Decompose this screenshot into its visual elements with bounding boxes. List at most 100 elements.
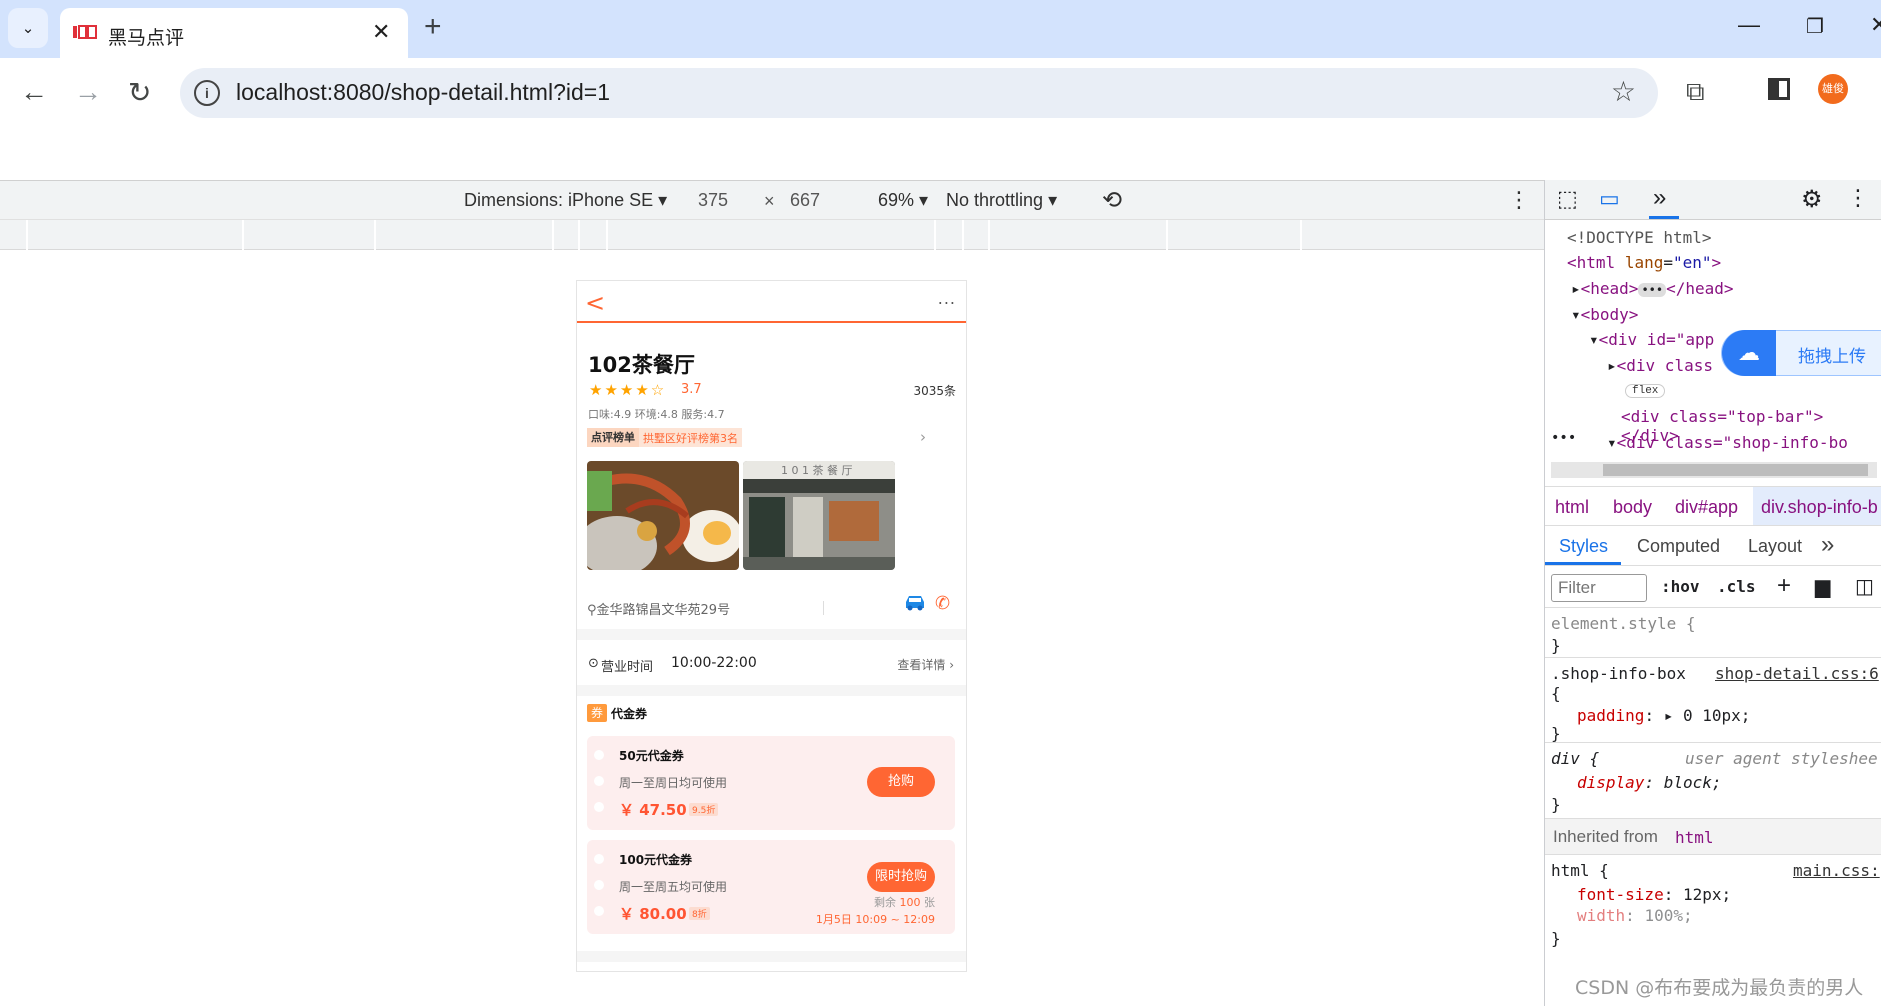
padding-declaration[interactable]: padding: ▸ 0 10px;: [1577, 706, 1750, 725]
minimize-icon[interactable]: —: [1738, 12, 1760, 38]
address-bar[interactable]: i localhost:8080/shop-detail.html?id=1 ☆: [180, 68, 1658, 118]
tab-layout[interactable]: Layout: [1748, 536, 1802, 557]
more-tabs-icon[interactable]: »: [1653, 184, 1666, 212]
devtools-menu-icon[interactable]: ⋮: [1847, 185, 1869, 211]
html-rule: html { main.css: font-size: 12px; width:…: [1551, 861, 1880, 948]
voucher-card[interactable]: 50元代金券 周一至周日均可使用 ￥ 47.50 9.5折 抢购: [587, 736, 955, 830]
paint-brush-icon[interactable]: ▆: [1815, 574, 1830, 599]
cls-toggle[interactable]: .cls: [1717, 577, 1756, 596]
shop-info-node[interactable]: ▾<div class="shop-info-bo: [1607, 433, 1848, 452]
width-input[interactable]: 375: [698, 190, 728, 211]
hours-detail-link[interactable]: 查看详情 ›: [897, 656, 954, 673]
extensions-icon[interactable]: ⧉: [1686, 76, 1705, 108]
comment-count[interactable]: 3035条: [913, 382, 956, 399]
cloud-upload-icon: ☁: [1722, 330, 1776, 376]
new-tab-icon[interactable]: +: [424, 10, 442, 44]
star-rating: ★★★★☆: [589, 381, 667, 399]
restore-icon[interactable]: ❐: [1806, 14, 1824, 39]
hours-label: 营业时间: [601, 660, 654, 675]
ellipsis-icon[interactable]: •••: [1551, 430, 1576, 446]
inherited-header: Inherited from html: [1545, 819, 1881, 855]
flash-sale-button[interactable]: 限时抢购: [867, 862, 935, 892]
tab-strip: ⌄ 黑马点评 ✕ + — ❐ ✕: [0, 0, 1881, 58]
div-class-node[interactable]: ▸<div class: [1607, 356, 1713, 375]
horizontal-scrollbar[interactable]: [1551, 462, 1877, 478]
more-tabs-icon[interactable]: »: [1821, 531, 1834, 559]
crumb-body[interactable]: body: [1613, 497, 1652, 518]
device-select[interactable]: Dimensions: iPhone SE ▾: [464, 190, 667, 211]
shop-image-food[interactable]: [587, 461, 739, 570]
source-link[interactable]: shop-detail.css:6: [1715, 664, 1879, 683]
device-toggle-icon[interactable]: ▭: [1599, 186, 1620, 212]
chevron-down-icon: ⌄: [21, 20, 35, 37]
upload-widget[interactable]: ☁ 拖拽上传: [1721, 330, 1881, 376]
crumb-html[interactable]: html: [1555, 497, 1589, 518]
flex-badge[interactable]: flex: [1625, 384, 1666, 398]
throttling-select[interactable]: No throttling ▾: [946, 190, 1057, 211]
voucher-name: 50元代金券: [619, 749, 684, 763]
html-node[interactable]: <html lang="en">: [1567, 253, 1721, 272]
site-info-icon[interactable]: i: [194, 80, 220, 106]
hov-toggle[interactable]: :hov: [1661, 577, 1700, 596]
side-panel-icon[interactable]: [1768, 78, 1790, 100]
styles-tabbar: Styles Computed Layout »: [1545, 526, 1881, 566]
more-icon[interactable]: ...: [938, 289, 956, 308]
voucher-card[interactable]: 100元代金券 周一至周五均可使用 ￥ 80.00 8折 限时抢购 剩余 100…: [587, 840, 955, 934]
url-text[interactable]: localhost:8080/shop-detail.html?id=1: [236, 79, 610, 106]
voucher-remaining: 剩余 100 张: [874, 896, 935, 909]
settings-gear-icon[interactable]: ⚙: [1801, 185, 1823, 214]
shop-image-storefront[interactable]: 1 0 1 茶 餐 厅: [743, 461, 895, 570]
times-sign: ×: [764, 191, 775, 211]
top-bar: < ...: [577, 281, 966, 323]
sidebar-toggle-icon[interactable]: ◫: [1855, 574, 1874, 599]
forward-arrow-icon[interactable]: →: [74, 76, 102, 108]
section-gap: [577, 685, 966, 696]
styles-filter-input[interactable]: [1551, 574, 1647, 602]
browser-tab[interactable]: 黑马点评 ✕: [60, 8, 408, 58]
more-options-icon[interactable]: ⋮: [1508, 187, 1530, 213]
voucher-name: 100元代金券: [619, 853, 693, 867]
devtools-toolbar: ⬚ ▭ » ⚙ ⋮: [1545, 180, 1881, 220]
car-icon[interactable]: [903, 593, 927, 611]
bookmark-star-icon[interactable]: ☆: [1611, 75, 1636, 108]
breadcrumb: html body div#app div.shop-info-b: [1545, 486, 1881, 526]
tab-computed[interactable]: Computed: [1637, 536, 1720, 557]
phone-icon[interactable]: ✆: [935, 593, 950, 614]
head-node[interactable]: ▸<head> ••• </head>: [1571, 279, 1734, 298]
back-icon[interactable]: <: [585, 289, 605, 317]
tab-styles[interactable]: Styles: [1559, 536, 1608, 557]
zoom-select[interactable]: 69% ▾: [878, 190, 928, 211]
crumb-shop-info[interactable]: div.shop-info-b: [1761, 497, 1878, 518]
add-rule-icon[interactable]: +: [1777, 572, 1791, 600]
crumb-div-app[interactable]: div#app: [1675, 497, 1738, 518]
shop-address[interactable]: ⚲金华路锦昌文华苑29号: [587, 599, 730, 618]
inspect-element-icon[interactable]: ⬚: [1557, 186, 1578, 212]
chevron-right-icon[interactable]: ›: [920, 428, 926, 446]
buy-button[interactable]: 抢购: [867, 767, 935, 797]
close-tab-icon[interactable]: ✕: [372, 19, 390, 45]
window-close-icon[interactable]: ✕: [1870, 12, 1881, 38]
section-gap: [577, 629, 966, 640]
profile-avatar[interactable]: 雄俊: [1818, 74, 1848, 104]
div-app-node[interactable]: ▾<div id="app: [1589, 330, 1714, 349]
shop-score: 3.7: [681, 382, 702, 397]
clock-icon: ⊙: [588, 656, 599, 671]
back-arrow-icon[interactable]: ←: [20, 76, 48, 108]
rotate-icon[interactable]: ⟲: [1102, 186, 1122, 215]
reload-icon[interactable]: ↻: [128, 76, 151, 109]
voucher-section-title: 代金券: [611, 707, 648, 721]
body-node[interactable]: ▾<body>: [1571, 305, 1638, 324]
svg-text:1 0 1 茶 餐 厅: 1 0 1 茶 餐 厅: [781, 463, 852, 477]
location-pin-icon: ⚲: [587, 603, 597, 618]
rank-badge[interactable]: 点评榜单 拱墅区好评榜第3名: [587, 428, 742, 447]
inherited-html-link[interactable]: html: [1675, 828, 1714, 847]
doctype-node[interactable]: <!DOCTYPE html>: [1567, 228, 1712, 247]
device-toolbar: Dimensions: iPhone SE ▾ 375 × 667 69% ▾ …: [0, 180, 1544, 220]
filter-row: :hov .cls + ▆ ◫: [1545, 566, 1881, 608]
tab-search-button[interactable]: ⌄: [8, 8, 48, 48]
rank-text: 拱墅区好评榜第3名: [643, 431, 738, 445]
source-link[interactable]: main.css:: [1793, 861, 1880, 880]
element-style-rule: element.style { }: [1545, 608, 1881, 658]
favicon-icon: [73, 25, 97, 39]
height-input[interactable]: 667: [790, 190, 820, 211]
